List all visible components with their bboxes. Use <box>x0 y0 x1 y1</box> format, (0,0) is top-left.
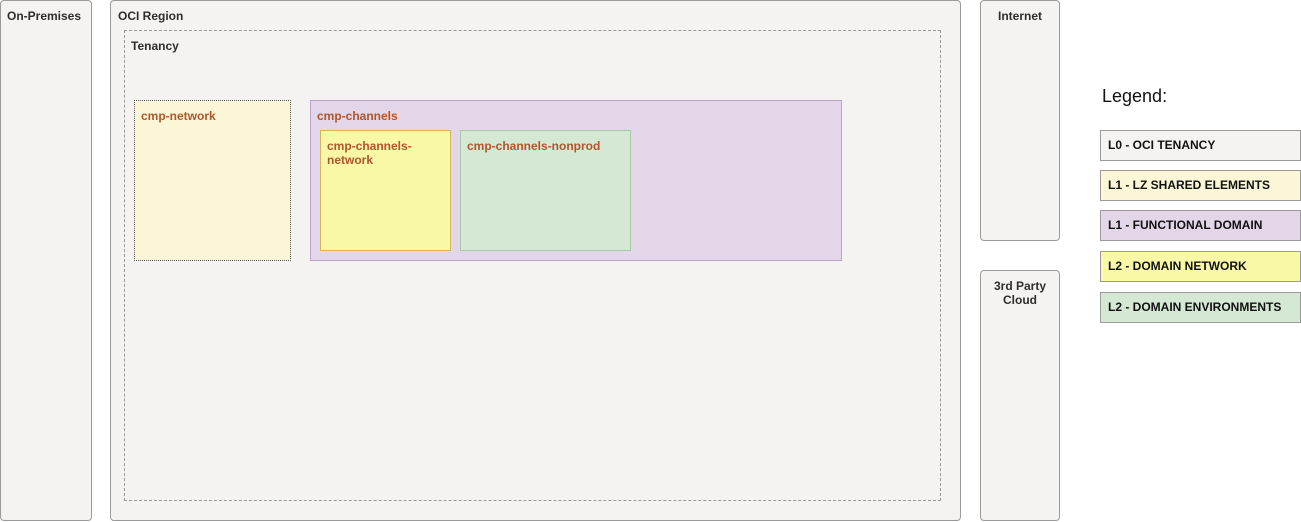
legend-item-l2-network: L2 - DOMAIN NETWORK <box>1100 251 1301 282</box>
legend-item-l2-environments: L2 - DOMAIN ENVIRONMENTS <box>1100 292 1301 323</box>
cmp-network-compartment: cmp-network <box>134 100 291 261</box>
legend-item-l1-functional: L1 - FUNCTIONAL DOMAIN <box>1100 210 1301 241</box>
cmp-channels-nonprod-compartment: cmp-channels-nonprod <box>460 130 631 251</box>
cmp-channels-network-label: cmp-channels-network <box>327 139 412 167</box>
internet-zone: Internet <box>980 0 1060 241</box>
oci-region-label: OCI Region <box>118 9 184 23</box>
cmp-channels-nonprod-label: cmp-channels-nonprod <box>467 139 601 153</box>
legend-title: Legend: <box>1102 86 1168 106</box>
cmp-network-label: cmp-network <box>141 109 216 123</box>
third-party-cloud-zone: 3rd Party Cloud <box>980 270 1060 521</box>
third-party-cloud-label: 3rd Party Cloud <box>993 279 1047 307</box>
cmp-channels-network-compartment: cmp-channels-network <box>320 130 451 251</box>
on-premises-zone: On-Premises <box>0 0 92 521</box>
legend-item-l0-tenancy: L0 - OCI TENANCY <box>1100 130 1301 161</box>
cmp-channels-label: cmp-channels <box>317 109 398 123</box>
legend-item-l1-shared: L1 - LZ SHARED ELEMENTS <box>1100 170 1301 201</box>
on-premises-label: On-Premises <box>7 9 82 23</box>
internet-label: Internet <box>997 9 1042 23</box>
tenancy-label: Tenancy <box>131 39 179 53</box>
